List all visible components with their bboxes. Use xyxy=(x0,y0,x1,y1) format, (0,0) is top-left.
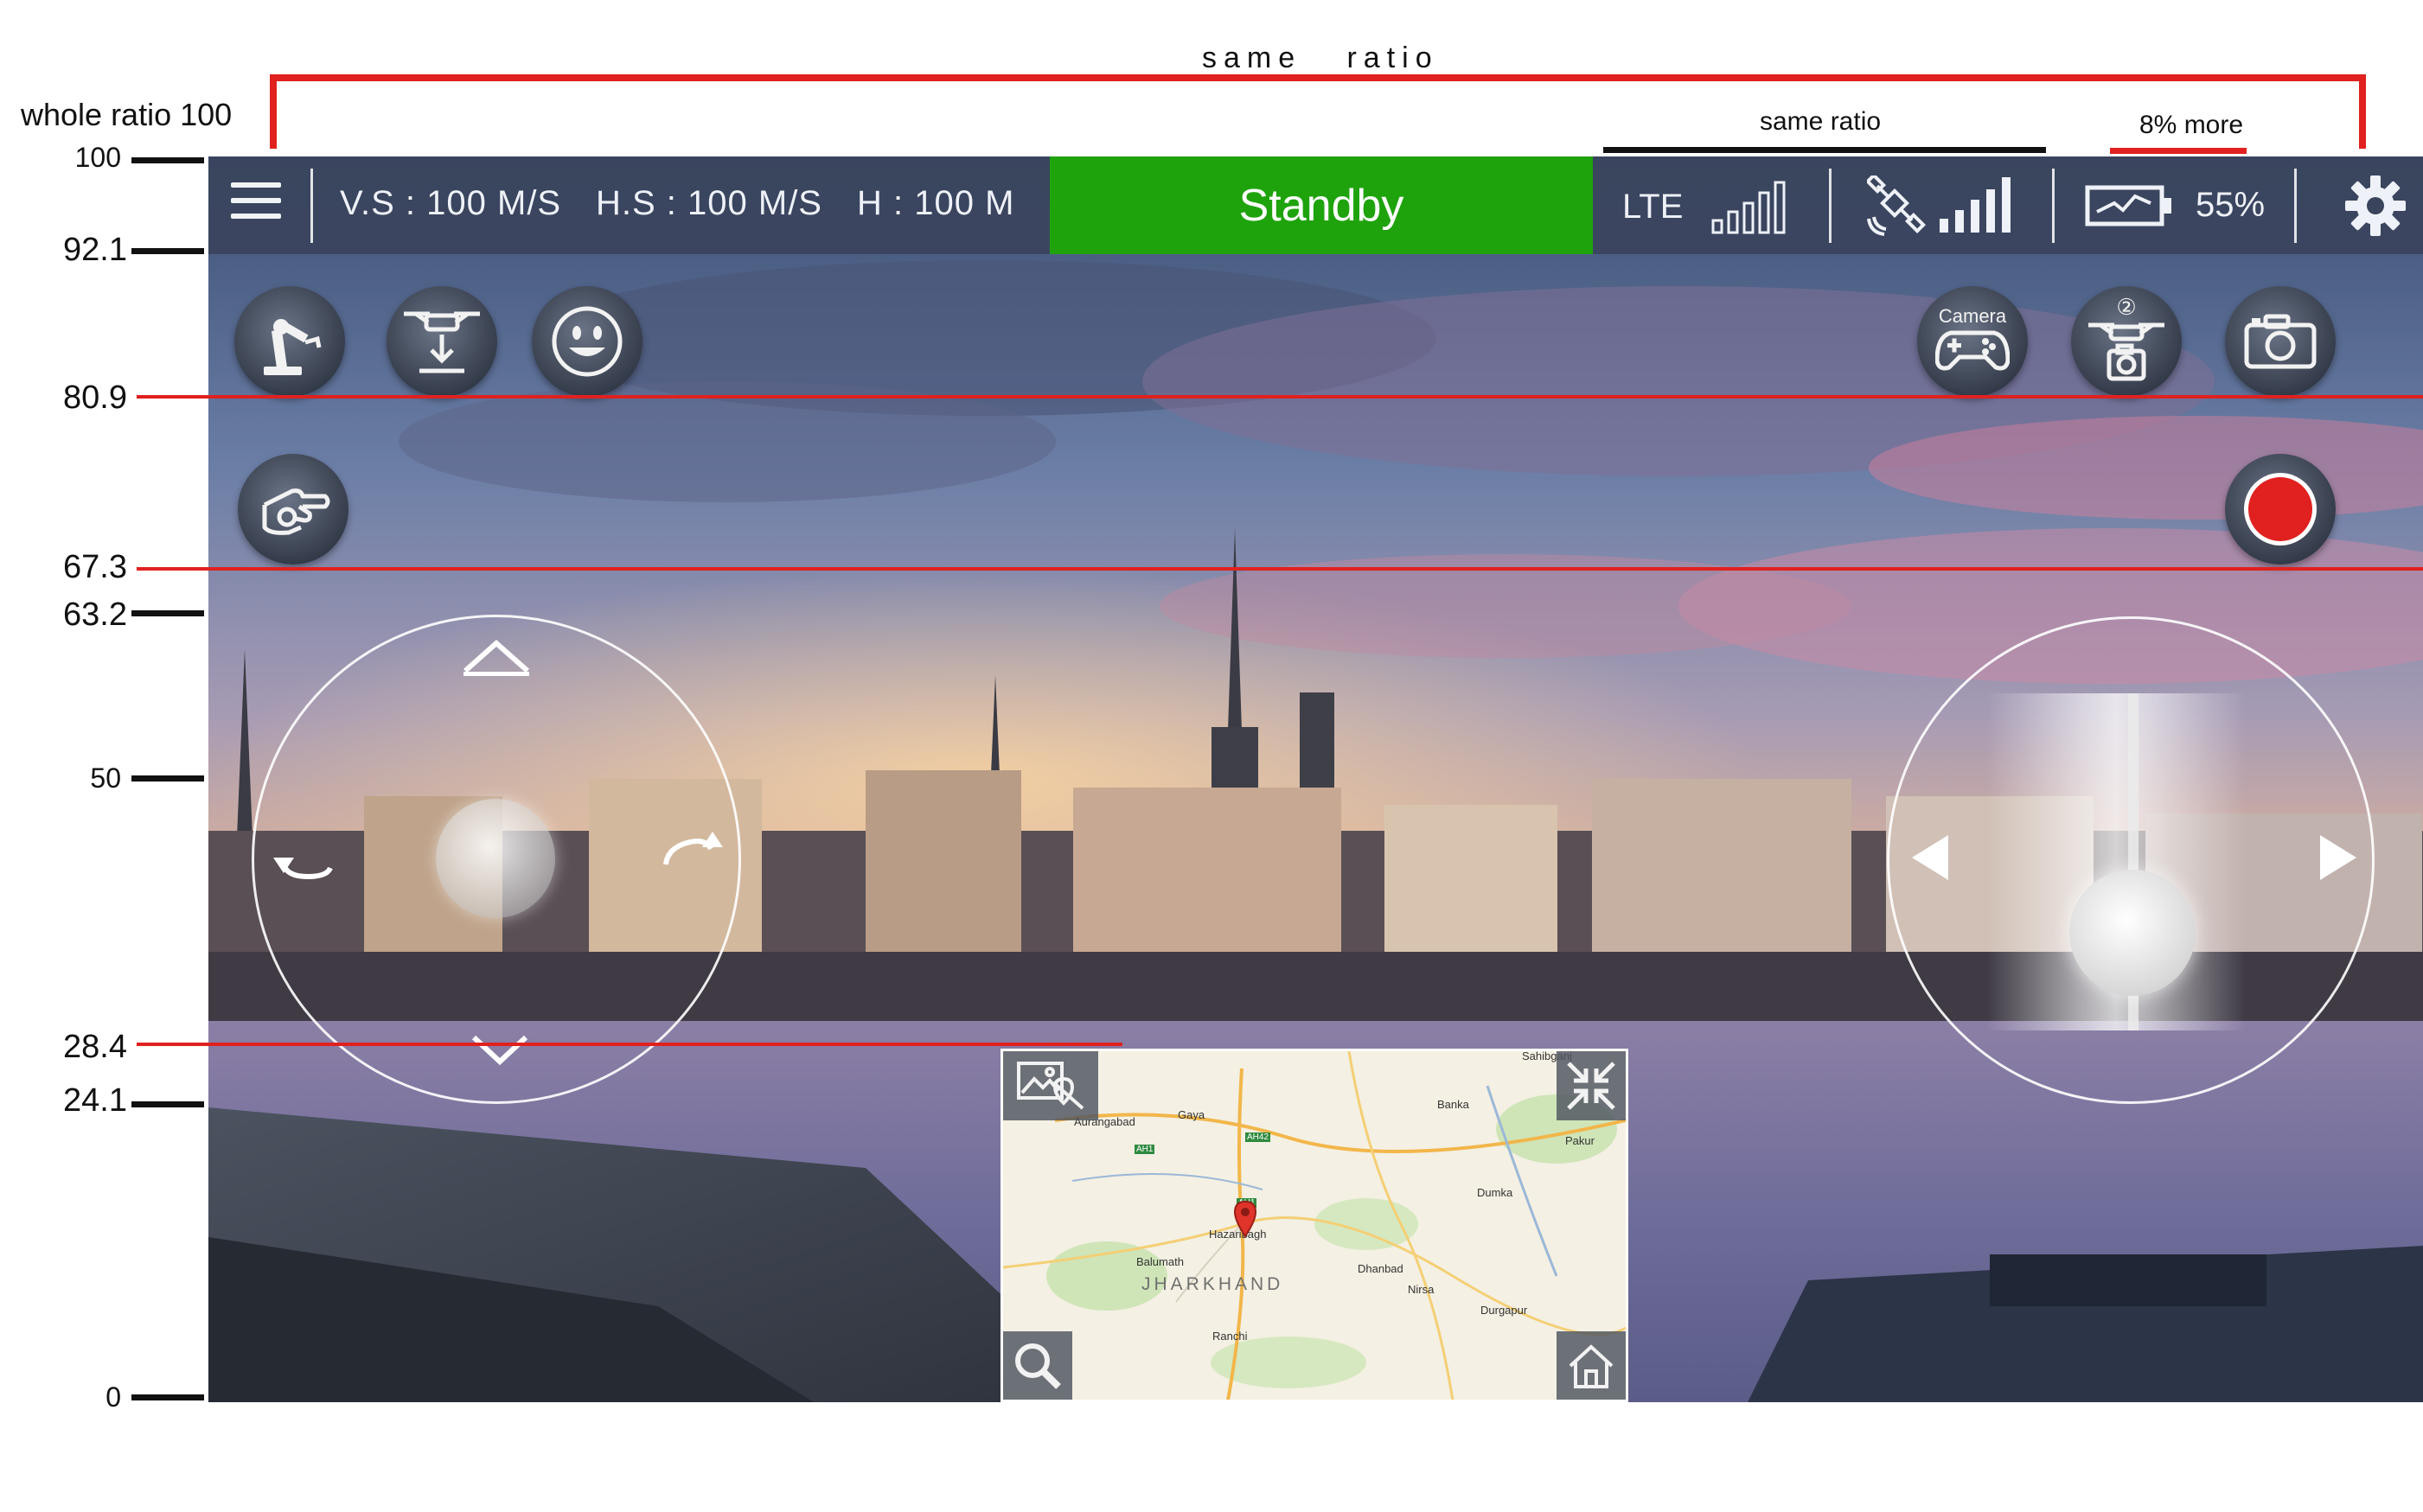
map-place-label: Nirsa xyxy=(1408,1283,1435,1296)
right-joystick-thumb[interactable] xyxy=(2069,870,2196,996)
map-road-label: AH42 xyxy=(1245,1132,1271,1142)
guide-line-67 xyxy=(137,567,2423,571)
height-readout: H : 100 M xyxy=(857,184,1015,222)
ruler-label-100: 100 xyxy=(74,142,121,173)
more-underline xyxy=(2110,148,2247,154)
map-search-button[interactable] xyxy=(1003,1331,1072,1400)
ruler-tick-92 xyxy=(131,248,204,254)
ruler-label-0: 0 xyxy=(105,1381,121,1413)
map-collapse-button[interactable] xyxy=(1557,1051,1626,1120)
chevron-up-icon xyxy=(464,639,529,676)
drone-land-button[interactable] xyxy=(387,286,497,397)
rotate-right-icon xyxy=(663,832,723,865)
divider xyxy=(1829,169,1832,243)
top-bracket-right xyxy=(2359,74,2366,149)
gps-signal-icon xyxy=(1940,177,2011,233)
ruler-label-63: 63.2 xyxy=(63,597,127,633)
ruler-label-50: 50 xyxy=(90,762,121,794)
robot-arm-button[interactable] xyxy=(234,286,345,397)
record-button[interactable] xyxy=(2225,454,2336,565)
camera-button[interactable] xyxy=(2225,286,2336,397)
more-label: 8% more xyxy=(2139,111,2244,139)
menu-line xyxy=(231,182,281,188)
camera-controller-label: Camera xyxy=(1938,305,2007,327)
battery-percent: 55% xyxy=(2196,186,2266,224)
left-joystick-thumb[interactable] xyxy=(436,799,555,918)
divider xyxy=(310,169,313,243)
arrow-right-icon xyxy=(2320,835,2356,880)
same-ratio-underline xyxy=(1603,147,2046,153)
top-bracket-bar xyxy=(270,74,2366,81)
drone-app-screen: V.S : 100 M/S H.S : 100 M/S H : 100 M St… xyxy=(208,156,2423,1402)
same-ratio-label: same ratio xyxy=(1760,107,1882,136)
map-layers-icon xyxy=(1017,1062,1084,1110)
rotate-left-icon xyxy=(273,858,333,880)
home-icon xyxy=(1569,1344,1614,1388)
ruler-tick-63 xyxy=(131,610,204,616)
camera-controller-button[interactable]: Camera xyxy=(1917,286,2028,397)
search-icon xyxy=(1015,1343,1061,1389)
map-home-button[interactable] xyxy=(1557,1331,1626,1400)
map-layers-button[interactable] xyxy=(1003,1051,1098,1120)
map-place-label: Pakur xyxy=(1565,1134,1595,1147)
whole-ratio-label: whole ratio 100 xyxy=(21,97,233,132)
gamepad-icon xyxy=(1935,330,2010,371)
camera-icon xyxy=(2244,314,2317,369)
network-signal-icon xyxy=(1711,181,1786,234)
mini-map[interactable]: Aurangabad Gaya Banka Pakur Dumka Hazari… xyxy=(1001,1049,1628,1402)
ruler-tick-0 xyxy=(131,1394,204,1400)
smiley-button[interactable] xyxy=(532,286,643,397)
ruler-tick-50 xyxy=(131,775,204,782)
map-place-label: Dumka xyxy=(1477,1186,1513,1199)
map-place-label: Gaya xyxy=(1178,1108,1205,1121)
flight-status-label: Standby xyxy=(1238,180,1404,231)
map-pin-icon xyxy=(1233,1200,1257,1238)
left-joystick[interactable] xyxy=(252,615,741,1104)
top-bracket-left xyxy=(270,74,277,149)
drone-camera-badge: ② xyxy=(2116,294,2137,320)
drone-camera-button[interactable]: ② xyxy=(2071,286,2182,397)
ruler-label-67: 67.3 xyxy=(63,549,127,585)
ruler-label-80: 80.9 xyxy=(63,380,127,416)
map-road-label: AH1 xyxy=(1135,1145,1155,1154)
robot-arm-icon xyxy=(264,319,322,375)
divider xyxy=(2294,169,2297,243)
settings-gear-icon[interactable] xyxy=(2343,174,2407,238)
ruler-tick-24 xyxy=(131,1101,204,1107)
map-place-label: Banka xyxy=(1437,1098,1469,1111)
map-region-label: JHARKHAND xyxy=(1141,1274,1284,1294)
map-place-label: Dhanbad xyxy=(1358,1262,1403,1275)
guide-line-80 xyxy=(137,395,2423,399)
horizontal-speed: H.S : 100 M/S xyxy=(596,184,822,222)
ruler-label-28: 28.4 xyxy=(63,1029,127,1065)
network-type-label: LTE xyxy=(1622,188,1684,226)
record-icon xyxy=(2244,473,2317,545)
same-ratio-bracket-label: same ratio xyxy=(1202,41,1439,74)
vertical-speed: V.S : 100 M/S xyxy=(340,184,562,222)
menu-line xyxy=(231,198,281,203)
drone-camera-icon xyxy=(2088,322,2164,381)
right-joystick[interactable] xyxy=(1887,616,2375,1104)
divider xyxy=(2052,169,2055,243)
guide-line-28 xyxy=(137,1043,1122,1046)
ruler-label-92: 92.1 xyxy=(63,232,127,268)
ruler-label-24: 24.1 xyxy=(63,1082,127,1119)
gesture-hand-button[interactable] xyxy=(238,454,348,565)
gesture-hand-icon xyxy=(262,488,330,535)
smiley-icon xyxy=(552,306,623,377)
arrow-left-icon xyxy=(1912,835,1948,880)
map-place-label: Durgapur xyxy=(1480,1304,1528,1317)
drone-land-icon xyxy=(404,311,480,373)
gps-satellite-icon xyxy=(1867,175,1927,236)
flight-status-button[interactable]: Standby xyxy=(1050,156,1593,254)
battery-icon xyxy=(2085,185,2171,226)
status-bar: V.S : 100 M/S H.S : 100 M/S H : 100 M St… xyxy=(208,156,2423,254)
collapse-arrows-icon xyxy=(1567,1062,1615,1110)
map-place-label: Ranchi xyxy=(1212,1330,1248,1343)
menu-button[interactable] xyxy=(231,182,281,227)
menu-line xyxy=(231,214,281,219)
map-place-label: Balumath xyxy=(1136,1255,1184,1268)
chevron-down-icon xyxy=(471,1035,528,1066)
ruler-tick-100 xyxy=(131,157,204,163)
